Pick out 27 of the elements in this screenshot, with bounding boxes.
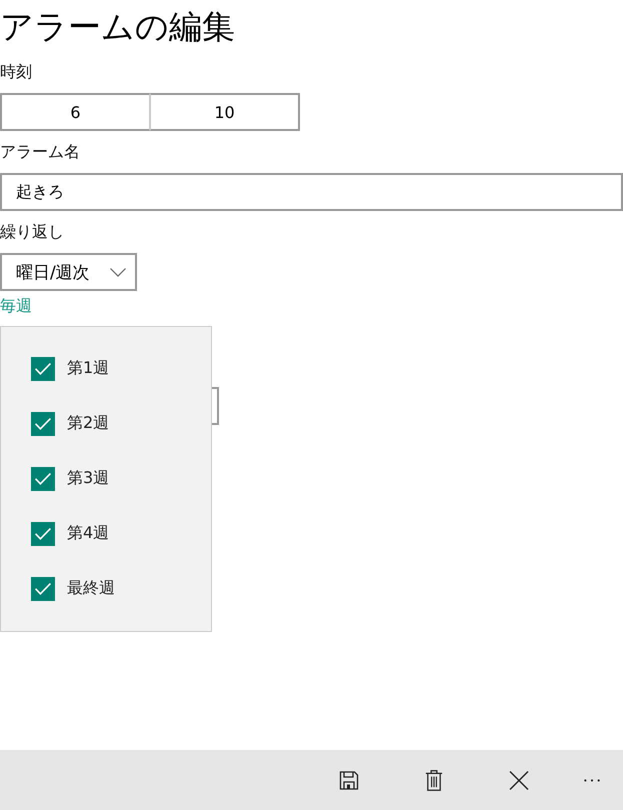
checkmark-icon [35, 418, 51, 430]
alarm-name-field[interactable]: 起きろ [0, 173, 623, 211]
checkmark-icon [35, 528, 51, 540]
checkbox-label: 第1週 [67, 358, 110, 379]
time-field[interactable]: 10 [150, 93, 300, 131]
checkbox[interactable] [31, 576, 55, 600]
repeat-dropdown[interactable]: 曜日/週次 [0, 253, 137, 291]
checkbox[interactable] [31, 466, 55, 490]
checkbox-label: 第3週 [67, 468, 110, 489]
checkmark-icon [35, 362, 51, 374]
close-icon [508, 770, 528, 790]
page-title: アラームの編集 [0, 6, 235, 48]
more-icon [584, 778, 600, 782]
checkmark-icon [35, 472, 51, 484]
checkbox[interactable] [31, 522, 55, 546]
trash-can-icon [424, 770, 444, 790]
repeat-label: 繰り返し [0, 221, 64, 243]
checkbox-label: 第2週 [67, 413, 110, 434]
checkbox-label: 第4週 [67, 523, 110, 544]
time-label: 時刻 [0, 61, 32, 83]
checkmark-icon [35, 582, 51, 594]
time-field[interactable]: 6 [0, 93, 150, 131]
alarm-name-label: アラーム名 [0, 141, 80, 163]
checkbox-label: 最終週 [67, 578, 115, 599]
checkbox[interactable] [31, 356, 55, 380]
checkbox[interactable] [31, 412, 55, 436]
chevron-down-icon [110, 268, 126, 276]
